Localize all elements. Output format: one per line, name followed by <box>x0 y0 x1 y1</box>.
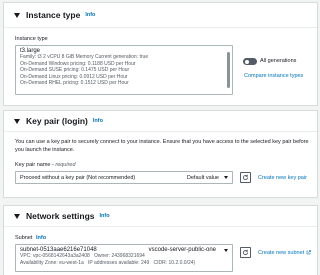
instance-type-title: Instance type <box>26 10 81 20</box>
instance-type-detail: On-Demand RHEL pricing: 0.1512 USD per H… <box>20 80 129 86</box>
key-pair-select[interactable]: Proceed without a key pair (Not recommen… <box>15 171 233 184</box>
subnet-select[interactable]: subnet-0513aae6216e71048 vscode-server-p… <box>15 244 233 272</box>
key-pair-selected: Proceed without a key pair (Not recommen… <box>20 174 136 181</box>
instance-type-panel: Instance type Info Instance type t3.larg… <box>3 2 318 106</box>
scrollbar[interactable] <box>227 52 230 88</box>
subnet-meta-line: Availability Zone: eu-west-1a IP address… <box>20 260 228 267</box>
all-generations-label: All generations <box>260 58 297 64</box>
subnet-info-link[interactable]: Info <box>36 235 46 241</box>
subnet-name: vscode-server-public-one <box>148 247 216 253</box>
chevron-down-icon <box>224 176 228 179</box>
network-settings-header[interactable]: Network settings Info <box>4 206 317 226</box>
subnet-az: Availability Zone: eu-west-1a <box>20 259 84 266</box>
key-pair-header[interactable]: Key pair (login) Info <box>4 111 317 131</box>
divider <box>4 27 317 28</box>
network-settings-panel: Network settings Info Subnet Info subnet… <box>3 205 318 275</box>
instance-type-select[interactable]: t3.large Family: t3 2 vCPU 8 GiB Memory … <box>15 45 233 95</box>
subnet-vpc: VPC: vpc-0568142643a3a2408 <box>20 253 90 259</box>
refresh-key-pairs-button[interactable] <box>240 172 251 183</box>
compare-instance-types-link[interactable]: Compare instance types <box>244 73 303 79</box>
refresh-icon <box>242 174 249 181</box>
key-pair-info-link[interactable]: Info <box>93 118 103 124</box>
subnet-field-label: Subnet Info <box>15 235 46 241</box>
refresh-icon <box>242 249 249 256</box>
subnet-label: Subnet <box>15 235 33 241</box>
refresh-subnets-button[interactable] <box>240 247 251 258</box>
subnet-cidr: CIDR: 10.2.0.0/24) <box>153 259 196 266</box>
network-settings-info-link[interactable]: Info <box>100 213 110 219</box>
key-pair-description: You can use a key pair to securely conne… <box>15 139 309 153</box>
external-link-icon <box>306 250 311 255</box>
instance-type-info-link[interactable]: Info <box>85 12 95 18</box>
caret-down-icon <box>14 118 20 124</box>
network-settings-title: Network settings <box>26 211 95 221</box>
key-pair-panel: Key pair (login) Info You can use a key … <box>3 110 318 198</box>
create-key-pair-link[interactable]: Create new key pair <box>258 175 307 181</box>
key-pair-title: Key pair (login) <box>26 116 88 126</box>
key-pair-field-label: Key pair name - required <box>15 162 76 168</box>
caret-down-icon <box>14 12 20 18</box>
chevron-down-icon <box>224 249 228 252</box>
create-subnet-link[interactable]: Create new subnet <box>258 250 311 256</box>
all-generations-toggle[interactable] <box>243 58 257 65</box>
required-label: required <box>55 162 76 168</box>
create-subnet-label: Create new subnet <box>258 250 305 256</box>
instance-type-header[interactable]: Instance type Info <box>4 3 317 27</box>
key-pair-name-label: Key pair name <box>15 162 51 168</box>
instance-type-field-label: Instance type <box>15 36 48 42</box>
divider <box>4 226 317 227</box>
subnet-ips: IP addresses available: 249 <box>88 259 150 266</box>
default-value-label: Default value <box>186 174 219 181</box>
caret-down-icon <box>14 213 20 219</box>
subnet-owner: Owner: 243968321694 <box>93 253 145 259</box>
divider <box>4 131 317 132</box>
